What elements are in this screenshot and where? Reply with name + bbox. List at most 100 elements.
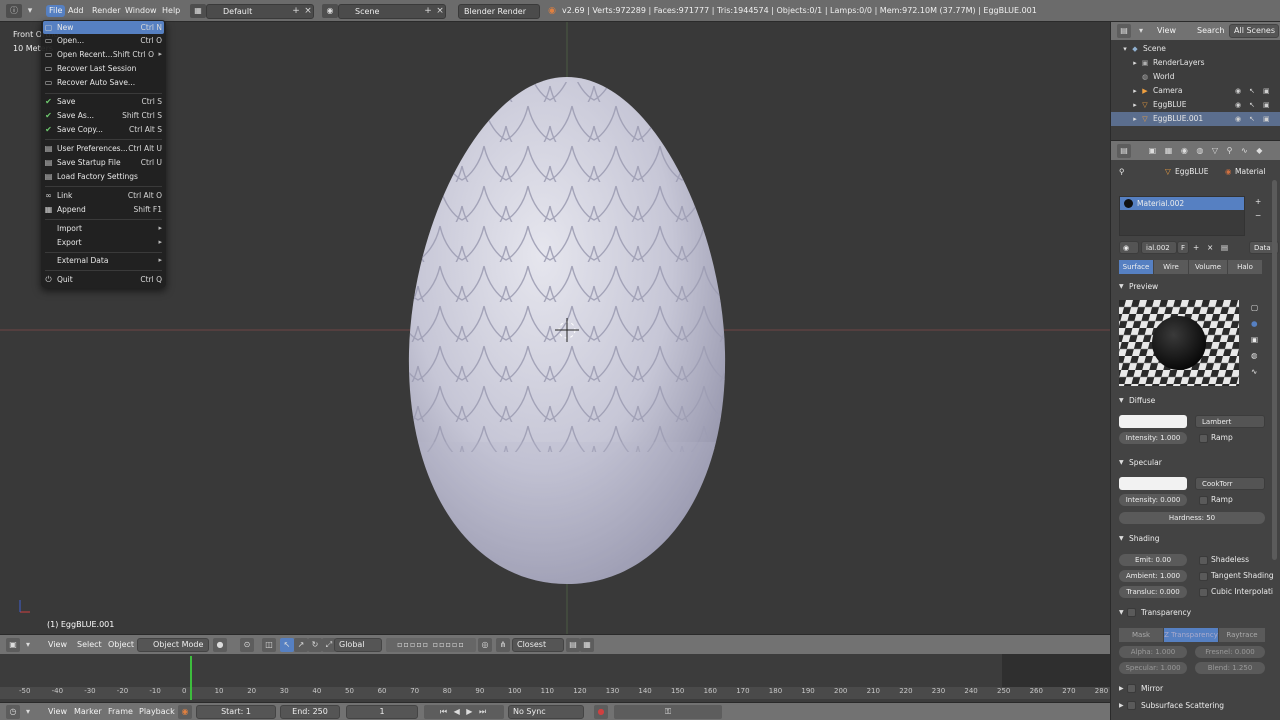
specular-color-swatch[interactable]	[1119, 477, 1187, 490]
selectability-arrow-icon[interactable]: ↖	[1249, 112, 1255, 126]
properties-context-tabs[interactable]: ▣ ▦ ◉ ◍ ▽ ⚲ ∿ ◆ ● ▩	[1141, 144, 1273, 169]
collapse-menus-icon[interactable]: ▾	[26, 639, 30, 651]
fake-user-button[interactable]: F	[1177, 241, 1189, 254]
start-frame-field[interactable]: Start: 1	[196, 705, 276, 719]
new-material-icon[interactable]: +	[1193, 242, 1199, 254]
diffuse-color-swatch[interactable]	[1119, 415, 1187, 428]
panel-specular[interactable]: ▼ Specular	[1111, 456, 1273, 470]
interaction-mode-select[interactable]: Object Mode	[137, 638, 209, 652]
material-slot-row[interactable]: Material.002	[1120, 197, 1244, 210]
menu-item-quit[interactable]: ⏻ Quit Ctrl Q	[43, 273, 164, 286]
cubic-interpolation-checkbox[interactable]	[1199, 588, 1208, 597]
panel-subsurface-scattering[interactable]: ▶ Subsurface Scattering	[1111, 699, 1273, 713]
end-frame-field[interactable]: End: 250	[280, 705, 340, 719]
editor-type-icon[interactable]: ◷	[6, 705, 20, 719]
material-name-field[interactable]: ial.002	[1141, 241, 1177, 254]
tab-volume[interactable]: Volume	[1189, 260, 1227, 274]
unlink-material-icon[interactable]: ×	[1207, 242, 1213, 254]
3d-viewport[interactable]: Front Ortho 10 Meters (1) EggBLUE.001	[0, 22, 1110, 634]
add-scene-icon[interactable]: +	[422, 5, 434, 17]
render-opengl-icon[interactable]: ▤	[566, 638, 580, 652]
manipulator-toggle-icon[interactable]: ↖	[280, 638, 294, 652]
screen-layout-icon[interactable]: ▦	[190, 4, 206, 18]
alpha-field[interactable]: Alpha: 1.000	[1119, 646, 1187, 658]
translate-manipulator-icon[interactable]: ↗	[294, 638, 308, 652]
specular-shader-select[interactable]: CookTorr	[1195, 477, 1265, 490]
editor-type-icon[interactable]: ⓘ	[6, 4, 22, 18]
visibility-eye-icon[interactable]: ◉	[1235, 112, 1241, 126]
tangent-shading-checkbox[interactable]	[1199, 572, 1208, 581]
rotate-manipulator-icon[interactable]: ↻	[308, 638, 322, 652]
outliner-row-eggblue[interactable]: ▸ ▽ EggBLUE ◉ ↖ ▣	[1111, 98, 1280, 112]
outliner-row-renderlayers[interactable]: ▸ ▣ RenderLayers	[1111, 56, 1280, 70]
panel-diffuse[interactable]: ▼ Diffuse	[1111, 394, 1273, 408]
outliner-view-menu[interactable]: View	[1157, 25, 1176, 37]
outliner-search-menu[interactable]: Search	[1197, 25, 1224, 37]
menu-view[interactable]: View	[48, 706, 67, 718]
menu-item-append[interactable]: ▦ Append Shift F1	[43, 203, 164, 216]
keying-set-field[interactable]: ⚿	[614, 705, 722, 719]
menu-frame[interactable]: Frame	[108, 706, 133, 718]
menu-object[interactable]: Object	[108, 639, 134, 651]
shadeless-checkbox[interactable]	[1199, 556, 1208, 565]
menu-item-user-preferences[interactable]: ▤ User Preferences... Ctrl Alt U	[43, 142, 164, 155]
preview-type-monkey-icon[interactable]: ◍	[1251, 350, 1258, 362]
transparency-checkbox[interactable]	[1127, 608, 1136, 617]
menu-help[interactable]: Help	[162, 5, 180, 17]
transparency-mode-z[interactable]: Z Transparency	[1164, 628, 1218, 642]
menu-item-recover-auto-save[interactable]: ▭ Recover Auto Save...	[43, 76, 164, 89]
expand-icon[interactable]: ▸	[1131, 115, 1139, 123]
expand-icon[interactable]: ▸	[1131, 101, 1139, 109]
renderability-camera-icon[interactable]: ▣	[1263, 84, 1270, 98]
menu-render[interactable]: Render	[92, 5, 120, 17]
menu-item-external-data[interactable]: External Data ▸	[43, 254, 164, 267]
copy-material-icon[interactable]: ▤	[1221, 242, 1228, 254]
remove-scene-icon[interactable]: ×	[434, 5, 446, 17]
add-slot-icon[interactable]: +	[1255, 196, 1261, 208]
menu-item-link[interactable]: ∞ Link Ctrl Alt O	[43, 189, 164, 202]
specular-intensity-slider[interactable]: Intensity: 0.000	[1119, 494, 1187, 506]
render-animation-icon[interactable]: ▦	[580, 638, 594, 652]
fresnel-blend-field[interactable]: Blend: 1.250	[1195, 662, 1265, 674]
translucency-field[interactable]: Transluc: 0.000	[1119, 586, 1187, 598]
menu-item-open[interactable]: ▭ Open... Ctrl O	[43, 34, 164, 47]
transparency-mode-raytrace[interactable]: Raytrace	[1219, 628, 1265, 642]
material-browse-icon[interactable]: ◉	[1119, 241, 1139, 254]
menu-playback[interactable]: Playback	[139, 706, 175, 718]
preview-type-hair-icon[interactable]: ∿	[1251, 366, 1257, 378]
add-layout-icon[interactable]: +	[290, 5, 302, 17]
menu-item-save-copy[interactable]: ✔ Save Copy... Ctrl Alt S	[43, 123, 164, 136]
occlude-geometry-icon[interactable]: ◫	[262, 638, 276, 652]
preview-type-flat-icon[interactable]: ▢	[1251, 302, 1258, 314]
editor-type-icon[interactable]: ▤	[1117, 144, 1131, 158]
menu-item-new[interactable]: ▢ New Ctrl N	[43, 21, 164, 34]
mirror-checkbox[interactable]	[1127, 684, 1136, 693]
expand-icon[interactable]: ▸	[1131, 59, 1139, 67]
current-frame-field[interactable]: 1	[346, 705, 418, 719]
sss-checkbox[interactable]	[1127, 701, 1136, 710]
diffuse-intensity-slider[interactable]: Intensity: 1.000	[1119, 432, 1187, 444]
menu-window[interactable]: Window	[125, 5, 157, 17]
timeline-editor[interactable]: -50 -40 -30 -20 -10 0 10 20 30 40 50 60 70 80 90 100 110…	[0, 654, 1110, 702]
expand-icon[interactable]: ▸	[1131, 87, 1139, 95]
hardness-field[interactable]: Hardness: 50	[1119, 512, 1265, 524]
ambient-field[interactable]: Ambient: 1.000	[1119, 570, 1187, 582]
menu-item-load-factory-settings[interactable]: ▤ Load Factory Settings	[43, 170, 164, 183]
panel-transparency[interactable]: ▼ Transparency	[1111, 606, 1273, 620]
visibility-eye-icon[interactable]: ◉	[1235, 84, 1241, 98]
playback-controls[interactable]: ⏮ ◀ ▶ ⏭	[424, 705, 504, 719]
remove-layout-icon[interactable]: ×	[302, 5, 314, 17]
menu-item-save-as[interactable]: ✔ Save As... Shift Ctrl S	[43, 109, 164, 122]
expand-icon[interactable]: ▾	[1121, 45, 1129, 53]
menu-item-save[interactable]: ✔ Save Ctrl S	[43, 95, 164, 108]
render-engine-select[interactable]: Blender Render	[458, 4, 540, 19]
preview-type-cube-icon[interactable]: ▣	[1251, 334, 1258, 346]
diffuse-shader-select[interactable]: Lambert	[1195, 415, 1265, 428]
outliner-display-mode-select[interactable]: All Scenes	[1229, 24, 1279, 38]
outliner-row-world[interactable]: ◍ World	[1111, 70, 1280, 84]
shading-mode-icon[interactable]: ●	[213, 638, 227, 652]
transform-orientation-select[interactable]: Global	[334, 638, 382, 652]
preview-type-sphere-icon[interactable]: ●	[1251, 318, 1258, 330]
menu-item-recover-last-session[interactable]: ▭ Recover Last Session	[43, 62, 164, 75]
transparency-mode-mask[interactable]: Mask	[1119, 628, 1163, 642]
